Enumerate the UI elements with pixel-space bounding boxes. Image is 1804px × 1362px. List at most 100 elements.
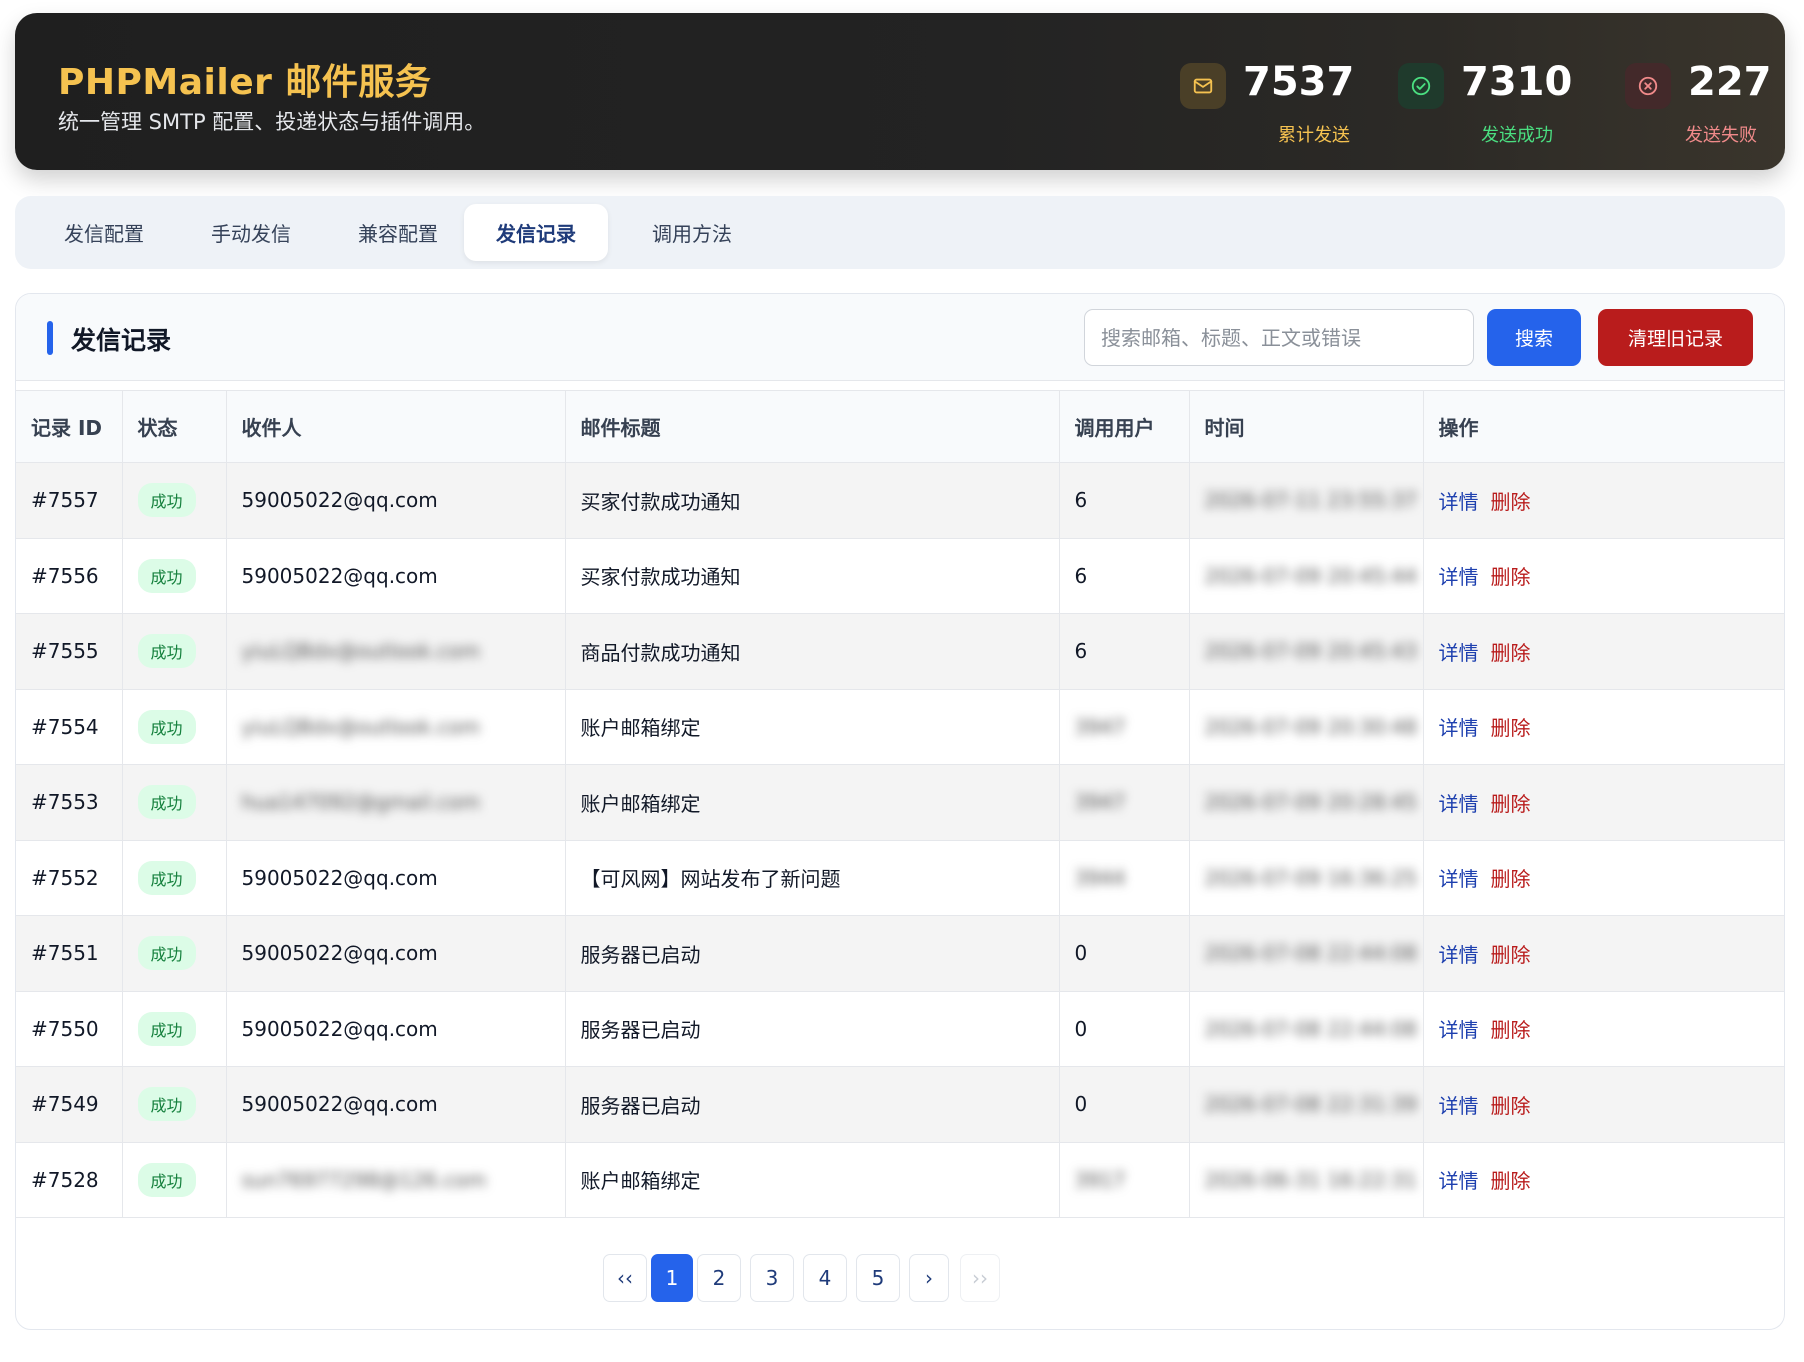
tab-send-config[interactable]: 发信配置 xyxy=(32,204,176,261)
records-card-header: 发信记录 搜索 清理旧记录 xyxy=(16,294,1784,381)
col-header-time: 时间 xyxy=(1189,390,1424,463)
status-badge: 成功 xyxy=(137,1087,196,1122)
recipient-email: 59005022@qq.com xyxy=(241,488,438,513)
cell-status: 成功 xyxy=(122,915,227,992)
cell-subject: 服务器已启动 xyxy=(565,915,1060,992)
delete-link[interactable]: 删除 xyxy=(1491,792,1531,816)
cell-record-id: #7551 xyxy=(16,915,123,992)
detail-link[interactable]: 详情 xyxy=(1439,1094,1479,1118)
records-card: 发信记录 搜索 清理旧记录 记录 ID 状态 收件人 邮件标题 调用用户 时间 … xyxy=(15,293,1785,1330)
cell-actions: 详情 删除 xyxy=(1423,538,1784,614)
pagination-first-button[interactable]: ‹‹ xyxy=(603,1254,647,1302)
records-table: 记录 ID 状态 收件人 邮件标题 调用用户 时间 操作 #7557 成功 5900… xyxy=(16,390,1784,1218)
table-row: #7551 成功 59005022@qq.com 服务器已启动 0 2026-07-08 … xyxy=(16,915,1784,992)
caller-user: 6 xyxy=(1074,563,1088,588)
record-time: 2026-07-08 22:31:39 xyxy=(1204,1092,1417,1117)
cell-status: 成功 xyxy=(122,991,227,1067)
delete-link[interactable]: 删除 xyxy=(1491,641,1531,665)
cell-subject: 买家付款成功通知 xyxy=(565,538,1060,614)
tab-usage[interactable]: 调用方法 xyxy=(620,204,764,261)
detail-link[interactable]: 详情 xyxy=(1439,1018,1479,1042)
cell-actions: 详情 删除 xyxy=(1423,764,1784,841)
detail-link[interactable]: 详情 xyxy=(1439,565,1479,589)
status-badge: 成功 xyxy=(137,483,196,518)
cell-actions: 详情 删除 xyxy=(1423,1142,1784,1218)
stat-success-label: 发送成功 xyxy=(1481,125,1553,146)
detail-link[interactable]: 详情 xyxy=(1439,716,1479,740)
table-row: #7549 成功 59005022@qq.com 服务器已启动 0 2026-07-08 … xyxy=(16,1066,1784,1143)
cell-actions: 详情 删除 xyxy=(1423,991,1784,1067)
cell-time: 2026-07-08 22:44:08 xyxy=(1189,915,1424,992)
clean-old-records-button[interactable]: 清理旧记录 xyxy=(1598,309,1753,366)
stat-success-value: 7310 xyxy=(1461,59,1573,105)
pagination-page-5[interactable]: 5 xyxy=(856,1254,900,1302)
delete-link[interactable]: 删除 xyxy=(1491,1018,1531,1042)
pagination-page-2[interactable]: 2 xyxy=(697,1254,741,1302)
cell-actions: 详情 删除 xyxy=(1423,462,1784,539)
recipient-email: sun76977298@126.com xyxy=(241,1167,487,1192)
pagination-next-button[interactable]: › xyxy=(909,1254,949,1302)
detail-link[interactable]: 详情 xyxy=(1439,867,1479,891)
delete-link[interactable]: 删除 xyxy=(1491,716,1531,740)
record-time: 2026-07-08 22:44:08 xyxy=(1204,1016,1417,1041)
cell-subject: 账户邮箱绑定 xyxy=(565,764,1060,841)
pagination-page-3[interactable]: 3 xyxy=(750,1254,794,1302)
table-row: #7550 成功 59005022@qq.com 服务器已启动 0 2026-07-08 … xyxy=(16,991,1784,1067)
stat-total-sent: 7537 累计发送 xyxy=(1180,51,1354,151)
record-time: 2026-07-09 20:30:48 xyxy=(1204,714,1417,739)
tab-compat-config[interactable]: 兼容配置 xyxy=(326,204,470,261)
status-badge: 成功 xyxy=(137,1011,196,1046)
stat-failed-value: 227 xyxy=(1688,59,1772,105)
pagination-last-button[interactable]: ›› xyxy=(960,1254,1000,1302)
pagination-page-4[interactable]: 4 xyxy=(803,1254,847,1302)
app-header: PHPMailer 邮件服务 统一管理 SMTP 配置、投递状态与插件调用。 7… xyxy=(15,13,1785,170)
cell-time: 2026-07-09 20:45:44 xyxy=(1189,538,1424,614)
detail-link[interactable]: 详情 xyxy=(1439,792,1479,816)
cell-subject: 买家付款成功通知 xyxy=(565,462,1060,539)
cell-actions: 详情 删除 xyxy=(1423,689,1784,765)
record-time: 2026-07-11 23:55:37 xyxy=(1204,488,1417,513)
cell-status: 成功 xyxy=(122,538,227,614)
cell-actions: 详情 删除 xyxy=(1423,840,1784,916)
delete-link[interactable]: 删除 xyxy=(1491,490,1531,514)
delete-link[interactable]: 删除 xyxy=(1491,565,1531,589)
pagination-page-1[interactable]: 1 xyxy=(651,1254,693,1302)
delete-link[interactable]: 删除 xyxy=(1491,1169,1531,1193)
table-row: #7552 成功 59005022@qq.com 【可风网】网站发布了新问题 3944 2… xyxy=(16,840,1784,916)
records-title: 发信记录 xyxy=(71,326,172,355)
cell-subject: 服务器已启动 xyxy=(565,991,1060,1067)
col-header-recipient: 收件人 xyxy=(226,390,566,463)
cell-actions: 详情 删除 xyxy=(1423,1066,1784,1143)
cell-actions: 详情 删除 xyxy=(1423,613,1784,690)
cell-user: 3944 xyxy=(1059,840,1190,916)
delete-link[interactable]: 删除 xyxy=(1491,943,1531,967)
cell-record-id: #7553 xyxy=(16,764,123,841)
col-header-id: 记录 ID xyxy=(16,390,123,463)
tab-manual-send[interactable]: 手动发信 xyxy=(179,204,323,261)
cell-time: 2026-07-08 22:31:39 xyxy=(1189,1066,1424,1143)
status-badge: 成功 xyxy=(137,860,196,895)
record-time: 2026-07-09 20:45:43 xyxy=(1204,639,1417,664)
search-button[interactable]: 搜索 xyxy=(1487,309,1581,366)
col-header-user: 调用用户 xyxy=(1059,390,1190,463)
detail-link[interactable]: 详情 xyxy=(1439,943,1479,967)
cell-recipient: hua147092@gmail.com xyxy=(226,764,566,841)
table-row: #7528 成功 sun76977298@126.com 账户邮箱绑定 3917 2026… xyxy=(16,1142,1784,1218)
detail-link[interactable]: 详情 xyxy=(1439,1169,1479,1193)
detail-link[interactable]: 详情 xyxy=(1439,641,1479,665)
tab-send-records[interactable]: 发信记录 xyxy=(464,204,608,261)
cell-time: 2026-06-31 16:22:31 xyxy=(1189,1142,1424,1218)
record-time: 2026-07-08 22:44:08 xyxy=(1204,941,1417,966)
search-input[interactable] xyxy=(1084,309,1474,366)
cell-user: 0 xyxy=(1059,915,1190,992)
cell-record-id: #7550 xyxy=(16,991,123,1067)
caller-user: 0 xyxy=(1074,1016,1088,1041)
cell-status: 成功 xyxy=(122,689,227,765)
cell-time: 2026-07-08 22:44:08 xyxy=(1189,991,1424,1067)
stat-total-label: 累计发送 xyxy=(1278,125,1350,146)
status-badge: 成功 xyxy=(137,558,196,593)
detail-link[interactable]: 详情 xyxy=(1439,490,1479,514)
recipient-email: yiuLQBdx@outlook.com xyxy=(241,639,481,664)
delete-link[interactable]: 删除 xyxy=(1491,867,1531,891)
delete-link[interactable]: 删除 xyxy=(1491,1094,1531,1118)
